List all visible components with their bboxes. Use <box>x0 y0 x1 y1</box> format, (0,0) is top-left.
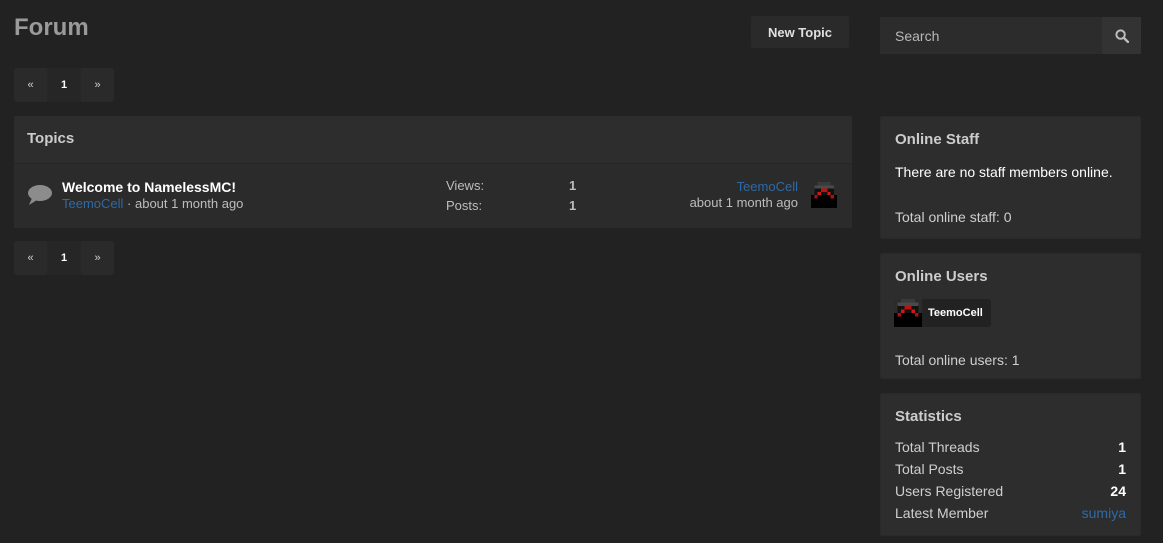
new-topic-button[interactable]: New Topic <box>751 16 849 48</box>
online-users-title: Online Users <box>895 268 988 285</box>
stat-label: Total Posts <box>895 461 964 477</box>
topic-title-link[interactable]: Welcome to NamelessMC! <box>62 179 236 195</box>
search-icon <box>1114 28 1129 43</box>
stat-value: 1 <box>1118 461 1126 477</box>
online-users-panel: Online Users TeemoCell Total online user… <box>880 253 1141 379</box>
last-poster-link[interactable]: TeemoCell <box>690 179 798 194</box>
posts-count: 1 <box>569 198 577 213</box>
online-user-chip[interactable]: TeemoCell <box>894 299 991 327</box>
topics-heading: Topics <box>14 116 852 163</box>
pagination-bottom: « 1 » <box>14 241 114 275</box>
stat-value: 1 <box>1118 439 1126 455</box>
search-input[interactable] <box>880 17 1102 54</box>
statistics-panel: Statistics Total Threads 1 Total Posts 1… <box>880 393 1141 536</box>
statistics-title: Statistics <box>895 408 962 425</box>
stat-total-threads: Total Threads 1 <box>895 436 1126 458</box>
stat-label: Users Registered <box>895 483 1004 499</box>
minecraft-avatar-icon[interactable] <box>811 181 837 209</box>
pagination-prev-button[interactable]: « <box>14 241 47 275</box>
topic-posted-time: · about 1 month ago <box>127 196 244 211</box>
latest-member-link[interactable]: sumiya <box>1082 505 1126 521</box>
pagination-next-button[interactable]: » <box>81 241 114 275</box>
online-staff-title: Online Staff <box>895 131 980 148</box>
speech-bubble-icon <box>28 185 52 205</box>
pagination-page-1[interactable]: 1 <box>47 68 81 102</box>
online-staff-message: There are no staff members online. <box>895 164 1113 180</box>
stat-label: Total Threads <box>895 439 980 455</box>
last-post-time: about 1 month ago <box>689 195 798 210</box>
online-staff-total: Total online staff: 0 <box>895 209 1012 225</box>
minecraft-avatar-icon <box>894 299 922 327</box>
stat-value: 24 <box>1110 483 1126 499</box>
stat-label: Latest Member <box>895 505 989 521</box>
stat-users-registered: Users Registered 24 <box>895 480 1126 502</box>
topic-row: Welcome to NamelessMC! TeemoCell · about… <box>14 163 852 228</box>
topic-author-link[interactable]: TeemoCell <box>62 196 123 211</box>
pagination-prev-button[interactable]: « <box>14 68 47 102</box>
stat-total-posts: Total Posts 1 <box>895 458 1126 480</box>
search-bar <box>880 17 1141 54</box>
views-count: 1 <box>569 178 577 193</box>
topic-meta: TeemoCell · about 1 month ago <box>62 196 243 211</box>
pagination-next-button[interactable]: » <box>81 68 114 102</box>
pagination-page-1[interactable]: 1 <box>47 241 81 275</box>
posts-label: Posts: <box>446 198 483 213</box>
pagination-top: « 1 » <box>14 68 114 102</box>
last-post-info: TeemoCell about 1 month ago <box>690 179 798 210</box>
views-label: Views: <box>446 178 485 193</box>
search-button[interactable] <box>1102 17 1141 54</box>
online-users-total: Total online users: 1 <box>895 352 1020 368</box>
online-user-name: TeemoCell <box>928 307 983 319</box>
online-staff-panel: Online Staff There are no staff members … <box>880 116 1141 239</box>
page-title: Forum <box>14 14 89 41</box>
statistics-list: Total Threads 1 Total Posts 1 Users Regi… <box>895 436 1126 524</box>
stat-latest-member: Latest Member sumiya <box>895 502 1126 524</box>
